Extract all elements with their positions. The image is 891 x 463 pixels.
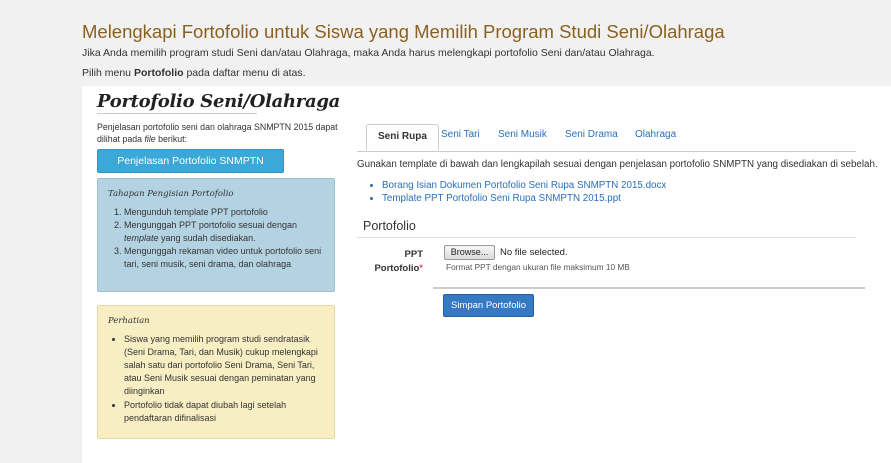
form-divider bbox=[433, 287, 865, 289]
menu-instruction-bold: Portofolio bbox=[133, 67, 184, 79]
panel-title-divider bbox=[97, 113, 257, 114]
field-label-line1: PPT bbox=[404, 249, 423, 260]
menu-instruction-suffix: pada daftar menu di atas. bbox=[183, 67, 306, 79]
explanation-italic: file bbox=[144, 133, 156, 144]
file-help-text: Format PPT dengan ukuran file maksimum 1… bbox=[446, 262, 630, 272]
menu-instruction-prefix: Pilih menu bbox=[82, 67, 134, 79]
step-text: Mengunggah PPT portofolio sesuai dengan bbox=[124, 220, 297, 230]
notice-item: Portofolio tidak dapat diubah lagi setel… bbox=[124, 399, 324, 425]
portfolio-explanation: Penjelasan portofolio seni dan olahraga … bbox=[97, 122, 342, 145]
intro-text: Jika Anda memilih program studi Seni dan… bbox=[82, 47, 655, 59]
explanation-prefix: Penjelasan portofolio seni dan olahraga … bbox=[97, 122, 338, 144]
tab-olahraga[interactable]: Olahraga bbox=[635, 129, 676, 140]
page-title: Melengkapi Fortofolio untuk Siswa yang M… bbox=[82, 21, 725, 42]
template-ppt-link[interactable]: Template PPT Portofolio Seni Rupa SNMPTN… bbox=[382, 193, 621, 204]
tab-seni-tari[interactable]: Seni Tari bbox=[441, 129, 480, 140]
steps-title: Tahapan Pengisian Portofolio bbox=[108, 189, 234, 199]
field-label-line2: Portofolio bbox=[374, 263, 420, 274]
file-list-item: Borang Isian Dokumen Portofolio Seni Rup… bbox=[382, 179, 666, 192]
steps-box: Tahapan Pengisian Portofolio Mengunduh t… bbox=[97, 178, 335, 292]
portfolio-section-title: Portofolio bbox=[363, 219, 416, 233]
file-list-item: Template PPT Portofolio Seni Rupa SNMPTN… bbox=[382, 192, 666, 205]
step-item: Mengunduh template PPT portofolio bbox=[124, 206, 324, 219]
portfolio-panel: Portofolio Seni/Olahraga Penjelasan port… bbox=[82, 86, 891, 463]
tab-seni-rupa[interactable]: Seni Rupa bbox=[366, 124, 439, 151]
step-item: Mengunggah PPT portofolio sesuai dengan … bbox=[124, 219, 324, 245]
panel-title: Portofolio Seni/Olahraga bbox=[97, 91, 340, 112]
borang-docx-link[interactable]: Borang Isian Dokumen Portofolio Seni Rup… bbox=[382, 180, 666, 191]
notice-box: Perhatian Siswa yang memilih program stu… bbox=[97, 305, 335, 439]
step-text: yang sudah disediakan. bbox=[158, 233, 256, 243]
download-explanation-pdf-button[interactable]: Penjelasan Portofolio SNMPTN 2015.pdf bbox=[97, 149, 284, 189]
menu-instruction: Pilih menu Portofolio pada daftar menu d… bbox=[82, 67, 306, 79]
ppt-portfolio-label: PPT Portofolio* bbox=[368, 248, 423, 276]
portfolio-tabs: Seni Rupa Seni Tari Seni Musik Seni Dram… bbox=[357, 124, 856, 152]
tab-seni-musik[interactable]: Seni Musik bbox=[498, 129, 547, 140]
template-instruction: Gunakan template di bawah dan lengkapila… bbox=[357, 159, 878, 170]
step-text-italic: template bbox=[124, 233, 159, 243]
notice-list: Siswa yang memilih program studi sendrat… bbox=[108, 333, 324, 425]
required-mark: * bbox=[419, 263, 423, 274]
save-portfolio-button[interactable]: Simpan Portofolio bbox=[443, 294, 534, 317]
steps-list: Mengunduh template PPT portofolio Mengun… bbox=[108, 206, 324, 271]
file-status: No file selected. bbox=[500, 247, 568, 258]
template-file-list: Borang Isian Dokumen Portofolio Seni Rup… bbox=[370, 179, 666, 205]
notice-title: Perhatian bbox=[108, 316, 150, 326]
browse-file-button[interactable]: Browse... bbox=[444, 245, 495, 260]
explanation-suffix: berikut: bbox=[155, 133, 187, 144]
notice-item: Siswa yang memilih program studi sendrat… bbox=[124, 333, 324, 398]
tab-seni-drama[interactable]: Seni Drama bbox=[565, 129, 618, 140]
step-item: Mengunggah rekaman video untuk portofoli… bbox=[124, 245, 324, 271]
section-divider bbox=[357, 237, 856, 238]
